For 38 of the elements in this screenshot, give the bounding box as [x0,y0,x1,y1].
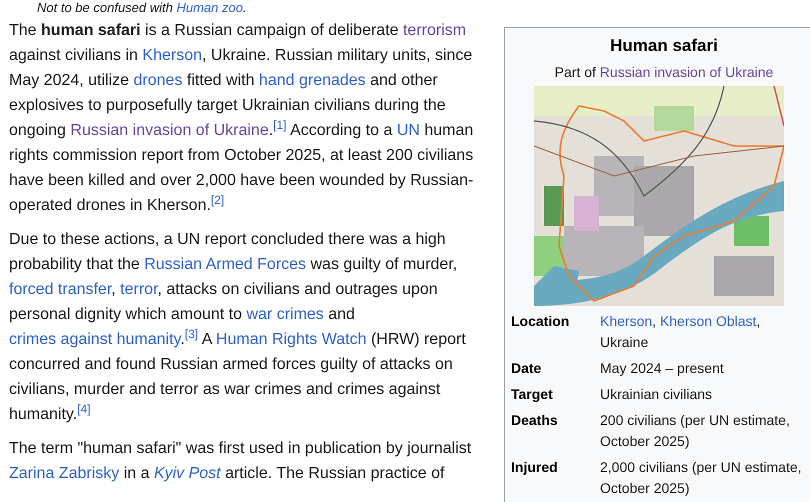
paragraph: Due to these actions, a UN report concluded there was a high probability that the Russian Armed Forces was guilty of murder, forced transfer, terror, attacks on civilians and outrages upon personal dignity which amount to war crimes and crimes against humanity.$^{[3]}$ A Human Rights Watch (HRW) report concurred and found Russian armed forces guilty of attacks on civilians, murder and terror as war crimes and crimes against humanity.$^{[4]}$ [9,230,467,425]
infobox-value: 2,000 civilians (per UN estimate, October 2025) [600,458,803,498]
infobox-value: May 2024 – present [600,359,725,378]
infobox-label: Injured [511,458,559,477]
article-link[interactable]: Human Rights Watch [216,331,366,348]
reference-link[interactable]: [1] [273,118,287,132]
infobox-value: Kherson, Kherson Oblast, Ukraine [600,312,762,352]
article-link[interactable]: hand grenades [258,72,366,89]
article-link[interactable]: forced transfer [9,281,112,298]
infobox-value: Ukrainian civilians [600,385,714,404]
article-link[interactable]: drones [134,72,182,89]
article-link[interactable]: terrorism [402,22,466,39]
article-link[interactable]: war crimes [246,306,324,323]
article-link[interactable]: terror [120,281,158,298]
article-link[interactable]: UN [396,122,420,139]
infobox-subtitle: Part of Russian invasion of Ukraine [554,63,774,82]
article-link[interactable]: Russian invasion of Ukraine [70,122,269,139]
reference-link[interactable]: [3] [184,327,198,341]
infobox-title: Human safari [609,35,719,57]
reference-link[interactable]: [4] [77,402,91,416]
article-link[interactable]: Zarina Zabrisky [9,465,120,482]
article-link[interactable]: crimes against humanity [9,331,180,348]
article-link[interactable]: Russian invasion of Ukraine [600,64,774,80]
article-link[interactable]: Kherson [600,313,652,329]
reference-link[interactable]: [2] [210,193,224,207]
infobox-label: Deaths [511,411,559,430]
infobox-label: Location [511,312,570,331]
infobox-value: 200 civilians (per UN estimate, October 2025) [600,411,791,451]
article-link[interactable]: Russian Armed Forces [144,256,306,273]
infobox-label: Date [511,359,542,378]
hatnote: Not to be confused with Human zoo. [36,0,248,15]
infobox-label: Target [511,385,554,404]
paragraph: The term "human safari" was first used in publication by journalist Zarina Zabrisky in a Kyiv Post article. The Russian practice of [9,439,472,484]
article-link[interactable]: Human zoo [176,0,243,15]
article-link[interactable]: Kherson Oblast [660,313,756,329]
article-link[interactable]: Kyiv Post [154,465,221,482]
article-link[interactable]: Kherson [142,47,202,64]
paragraph: The human safari is a Russian campaign of deliberate terrorism against civilians in Kherson, Ukraine. Russian military units, since May 2024, utilize drones fitted with hand grenades and other explosives to purposefully target Ukrainian civilians during the ongoing Russian invasion of Ukraine.$^{[1]}$ According to a UN human rights commission report from October 2025, at least 200 civilians have been killed and over 2,000 have been wounded by Russian-operated drones in Kherson.$^{[2]}$ [9,21,474,216]
